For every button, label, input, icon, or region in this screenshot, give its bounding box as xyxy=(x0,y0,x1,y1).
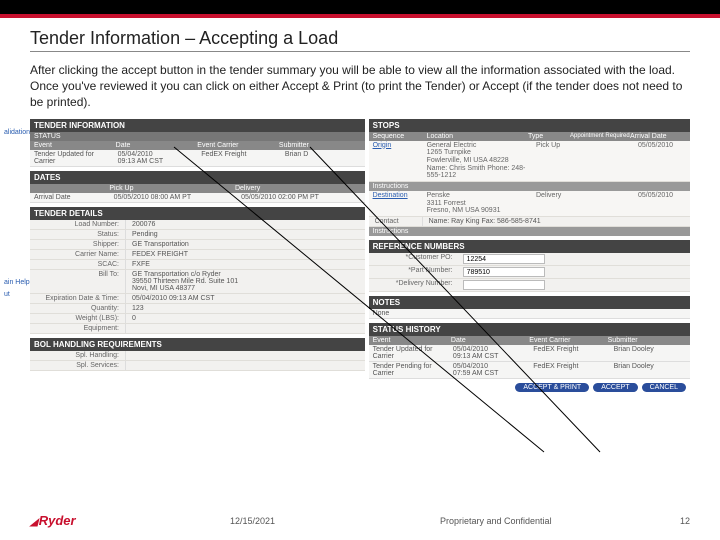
status-columns: EventDateEvent CarrierSubmitter xyxy=(30,141,365,150)
status-row: Tender Updated for Carrier 05/04/201009:… xyxy=(30,150,365,167)
stop-row: Origin General Electric 1265 Turnpike Fo… xyxy=(369,141,690,182)
slide-paragraph: After clicking the accept button in the … xyxy=(30,62,690,111)
stop-origin-link[interactable]: Origin xyxy=(369,141,423,181)
detail-row: Bill To:GE Transportation c/o Ryder 3955… xyxy=(30,270,365,294)
ref-row: *Customer PO:12254 xyxy=(369,253,690,266)
section-history: STATUS HISTORY xyxy=(369,323,690,336)
section-status: STATUS xyxy=(30,132,365,141)
dates-row: Arrival Date05/05/2010 08:00 AM PT05/05/… xyxy=(30,193,365,203)
ref-row: *Part Number:789510 xyxy=(369,266,690,279)
notes-row: None xyxy=(369,309,690,319)
app-screenshot: alidation ain Help ut TENDER INFORMATION… xyxy=(30,119,690,397)
slide-top-bar xyxy=(0,0,720,18)
contact-row: ContactName: Ray King Fax: 586-585-8741 xyxy=(369,217,690,227)
detail-row: Carrier Name:FEDEX FREIGHT xyxy=(30,250,365,260)
section-bol: BOL HANDLING REQUIREMENTS xyxy=(30,338,365,351)
detail-row: Weight (LBS):0 xyxy=(30,314,365,324)
stops-columns: Sequence Location Type Appointment Requi… xyxy=(369,132,690,141)
footer-date: 12/15/2021 xyxy=(230,516,275,526)
accept-print-button[interactable]: ACCEPT & PRINT xyxy=(515,383,589,392)
detail-row: Quantity:123 xyxy=(30,304,365,314)
dates-columns: Pick UpDelivery xyxy=(30,184,365,193)
detail-row: SCAC:FXFE xyxy=(30,260,365,270)
detail-row: Expiration Date & Time:05/04/2010 09:13 … xyxy=(30,294,365,304)
slide-title: Tender Information – Accepting a Load xyxy=(30,28,690,52)
delivery-number-field[interactable] xyxy=(463,280,545,290)
detail-row: Shipper:GE Transportation xyxy=(30,240,365,250)
footer-confidential: Proprietary and Confidential xyxy=(440,516,552,526)
section-tender-details: TENDER DETAILS xyxy=(30,207,365,220)
section-notes: NOTES xyxy=(369,296,690,309)
stop-row: Destination Penske 3311 Forrest Fresno, … xyxy=(369,191,690,217)
section-reference: REFERENCE NUMBERS xyxy=(369,240,690,253)
ryder-logo: Ryder xyxy=(30,513,76,528)
section-dates: DATES xyxy=(30,171,365,184)
customer-po-field[interactable]: 12254 xyxy=(463,254,545,264)
slide-body: Tender Information – Accepting a Load Af… xyxy=(0,18,720,396)
section-tender-info: TENDER INFORMATION xyxy=(30,119,365,132)
bol-row: Spl. Handling: xyxy=(30,351,365,361)
right-panel: STOPS Sequence Location Type Appointment… xyxy=(369,119,690,397)
section-stops: STOPS xyxy=(369,119,690,132)
detail-row: Equipment: xyxy=(30,324,365,334)
action-buttons: ACCEPT & PRINT ACCEPT CANCEL xyxy=(369,379,690,396)
instructions-hdr: Instructions xyxy=(369,182,690,191)
side-link-fragment: alidation xyxy=(4,129,30,136)
history-row: Tender Pending for Carrier05/04/2010 07:… xyxy=(369,362,690,379)
footer-page-number: 12 xyxy=(680,516,690,526)
detail-row: Load Number:200076 xyxy=(30,220,365,230)
stop-destination-link[interactable]: Destination xyxy=(369,191,423,216)
side-link-fragment: ain Help xyxy=(4,279,30,286)
accept-button[interactable]: ACCEPT xyxy=(593,383,637,392)
bol-row: Spl. Services: xyxy=(30,361,365,371)
history-row: Tender Updated for Carrier05/04/2010 09:… xyxy=(369,345,690,362)
part-number-field[interactable]: 789510 xyxy=(463,267,545,277)
side-link-fragment: ut xyxy=(4,291,10,298)
left-panel: TENDER INFORMATION STATUS EventDateEvent… xyxy=(30,119,365,397)
instructions-hdr: Instructions xyxy=(369,227,690,236)
detail-row: Status:Pending xyxy=(30,230,365,240)
ref-row: *Delivery Number: xyxy=(369,279,690,292)
cancel-button[interactable]: CANCEL xyxy=(642,383,686,392)
history-columns: EventDateEvent CarrierSubmitter xyxy=(369,336,690,345)
slide-footer: Ryder 12/15/2021 Proprietary and Confide… xyxy=(30,513,690,528)
